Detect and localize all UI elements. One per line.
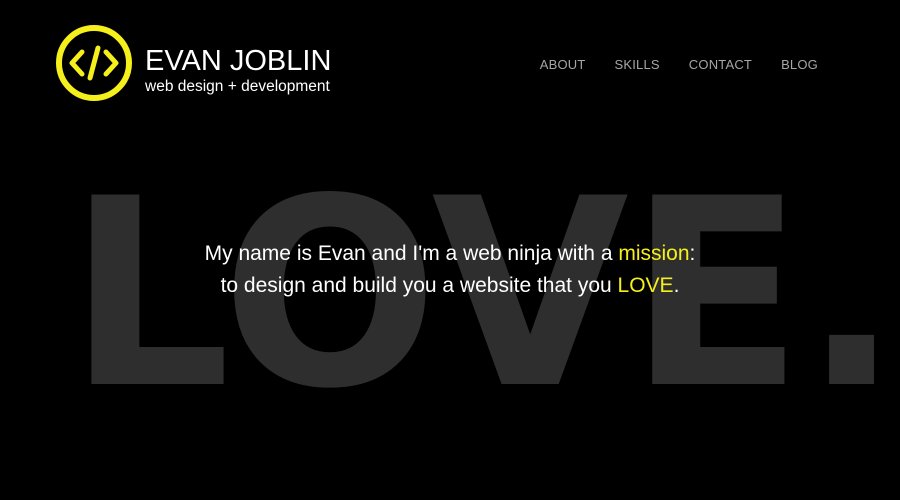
highlight-mission: mission	[618, 242, 690, 265]
hero-line-1: My name is Evan and I'm a web ninja with…	[0, 238, 900, 270]
nav-link-blog[interactable]: BLOG	[781, 56, 818, 74]
main-nav: ABOUT SKILLS CONTACT BLOG	[540, 56, 818, 74]
logo-link[interactable]: EVAN JOBLIN web design + development	[55, 24, 345, 102]
brand-tagline: web design + development	[145, 78, 330, 95]
hero-message: My name is Evan and I'm a web ninja with…	[0, 238, 900, 302]
brand-name: EVAN JOBLIN	[145, 45, 332, 77]
hero-line-2-text: to design and build you a website that y…	[220, 274, 618, 297]
nav-link-skills[interactable]: SKILLS	[615, 56, 660, 74]
hero-section: LOVE. My name is Evan and I'm a web ninj…	[0, 130, 900, 500]
hero-line-2: to design and build you a website that y…	[0, 270, 900, 302]
hero-line-1-colon: :	[689, 242, 696, 265]
hero-line-2-period: .	[673, 274, 680, 297]
nav-link-contact[interactable]: CONTACT	[689, 56, 752, 74]
code-brackets-icon	[56, 25, 132, 101]
nav-link-about[interactable]: ABOUT	[540, 56, 586, 74]
hero-background-word: LOVE.	[68, 144, 900, 446]
highlight-love: LOVE	[617, 274, 674, 297]
hero-line-1-text: My name is Evan and I'm a web ninja with…	[204, 242, 619, 265]
